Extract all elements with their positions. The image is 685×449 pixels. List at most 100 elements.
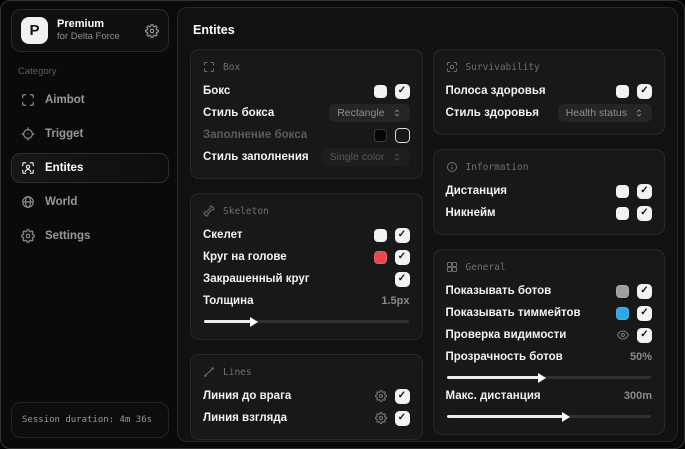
check-icon: ✓: [640, 329, 649, 340]
checkbox[interactable]: ✓: [394, 249, 410, 265]
setting-row: Стиль заполнения Single color: [203, 146, 410, 168]
setting-label: Стиль здоровья: [445, 107, 540, 119]
checkbox[interactable]: ✓: [394, 227, 410, 243]
gear-icon[interactable]: [374, 390, 387, 402]
slider-fill: [204, 316, 259, 327]
sidebar-item-label: Trigget: [45, 128, 84, 140]
health-style-dropdown[interactable]: Health status: [557, 104, 652, 122]
eye-icon[interactable]: [617, 329, 629, 341]
box-style-dropdown[interactable]: Rectangle: [329, 104, 410, 122]
setting-label: Прозрачность ботов: [445, 351, 563, 363]
setting-row: Макс. дистанция 300m: [446, 385, 653, 407]
color-swatch[interactable]: [373, 250, 387, 264]
setting-label: Круг на голове: [203, 251, 287, 263]
fill-style-dropdown[interactable]: Single color: [321, 148, 410, 166]
page-title: Entites: [193, 23, 235, 37]
slider-thumb[interactable]: [562, 411, 571, 422]
color-swatch[interactable]: [616, 206, 629, 220]
check-icon: ✓: [640, 207, 649, 218]
lines-card: Lines Линия до врага ✓ Линия взгляда ✓: [190, 354, 423, 440]
checkbox[interactable]: ✓: [637, 205, 652, 221]
slider-fill: [446, 372, 546, 383]
card-title: General: [465, 261, 506, 273]
check-icon: ✓: [640, 185, 649, 196]
setting-row: Стиль бокса Rectangle: [203, 102, 410, 124]
color-swatch[interactable]: [616, 284, 629, 298]
sidebar-item-settings[interactable]: Settings: [11, 221, 169, 251]
slider-value: 1.5px: [381, 295, 410, 307]
setting-label: Линия взгляда: [203, 412, 288, 424]
skeleton-card: Skeleton Скелет ✓ Круг на голове ✓ Закра…: [190, 193, 423, 340]
checkbox[interactable]: ✓: [637, 327, 652, 343]
color-swatch[interactable]: [616, 84, 629, 98]
check-icon: ✓: [397, 412, 407, 423]
slider-value: 300m: [623, 390, 652, 402]
sidebar: P Premium for Delta Force Category Aimbo…: [1, 1, 177, 448]
check-icon: ✓: [397, 85, 407, 96]
setting-row: Линия взгляда ✓: [203, 407, 410, 429]
sidebar-item-trigget[interactable]: Trigget: [11, 119, 169, 149]
setting-row: Толщина 1.5px: [203, 290, 410, 312]
settings-gear-icon[interactable]: [145, 23, 159, 38]
color-swatch[interactable]: [616, 306, 629, 320]
slider-value: 50%: [629, 351, 652, 363]
checkbox[interactable]: ✓: [637, 305, 652, 321]
grid-icon: [446, 262, 457, 272]
skeleton-card-header: Skeleton: [203, 205, 410, 217]
thickness-slider[interactable]: [204, 316, 409, 327]
information-card-header: Information: [446, 161, 653, 173]
dropdown-value: Single color: [329, 151, 385, 163]
checkbox[interactable]: [394, 127, 410, 143]
category-label: Category: [18, 66, 57, 77]
sidebar-item-label: Aimbot: [45, 94, 85, 106]
card-title: Information: [465, 161, 529, 173]
box-scan-icon: [204, 62, 214, 72]
checkbox[interactable]: ✓: [394, 388, 410, 404]
checkbox[interactable]: ✓: [394, 271, 410, 287]
general-card: General Показывать ботов ✓ Показывать ти…: [432, 249, 665, 435]
check-icon: ✓: [397, 229, 407, 240]
setting-row: Линия до врага ✓: [203, 385, 410, 407]
chevrons-up-down-icon: [394, 109, 399, 117]
color-swatch[interactable]: [373, 84, 387, 98]
bots-opacity-slider[interactable]: [446, 372, 651, 383]
general-card-header: General: [446, 261, 653, 273]
checkbox[interactable]: ✓: [637, 183, 652, 199]
card-title: Survivability: [465, 61, 540, 73]
sidebar-item-entites[interactable]: Entites: [11, 153, 169, 183]
app-window: P Premium for Delta Force Category Aimbo…: [0, 0, 685, 449]
setting-label: Макс. дистанция: [445, 390, 541, 402]
checkbox[interactable]: ✓: [637, 283, 652, 299]
card-title: Skeleton: [223, 205, 269, 217]
sidebar-item-aimbot[interactable]: Aimbot: [11, 85, 169, 115]
setting-label: Дистанция: [445, 185, 507, 197]
checkbox[interactable]: ✓: [637, 83, 652, 99]
slider-thumb[interactable]: [537, 372, 546, 383]
main-panel: Entites Box Бокс ✓ Стиль бокса Rectangle…: [177, 7, 678, 442]
color-swatch[interactable]: [616, 184, 629, 198]
color-swatch[interactable]: [373, 228, 387, 242]
setting-label: Линия до врага: [203, 390, 292, 402]
color-swatch[interactable]: [373, 128, 387, 142]
brand-title: Premium: [57, 17, 105, 30]
sidebar-item-world[interactable]: World: [11, 187, 169, 217]
sidebar-item-label: Settings: [45, 230, 91, 242]
check-icon: ✓: [640, 85, 649, 96]
brand-card: P Premium for Delta Force: [11, 9, 169, 52]
max-distance-slider[interactable]: [446, 411, 651, 422]
left-column: Box Бокс ✓ Стиль бокса Rectangle Заполне…: [190, 49, 423, 440]
brand-logo: P: [21, 17, 48, 44]
gear-icon[interactable]: [374, 412, 387, 424]
checkbox[interactable]: ✓: [394, 410, 410, 426]
setting-row: Никнейм ✓: [446, 202, 652, 224]
slider-thumb[interactable]: [250, 316, 259, 327]
setting-row: Скелет ✓: [203, 224, 410, 246]
box-card: Box Бокс ✓ Стиль бокса Rectangle Заполне…: [190, 49, 423, 179]
bone-icon: [203, 205, 215, 217]
aimbot-scan-icon: [22, 94, 34, 106]
checkbox[interactable]: ✓: [394, 83, 410, 99]
check-icon: ✓: [640, 285, 649, 296]
setting-row: Круг на голове ✓: [203, 246, 410, 268]
setting-label: Показывать тиммейтов: [445, 307, 581, 319]
dropdown-value: Health status: [565, 107, 627, 119]
